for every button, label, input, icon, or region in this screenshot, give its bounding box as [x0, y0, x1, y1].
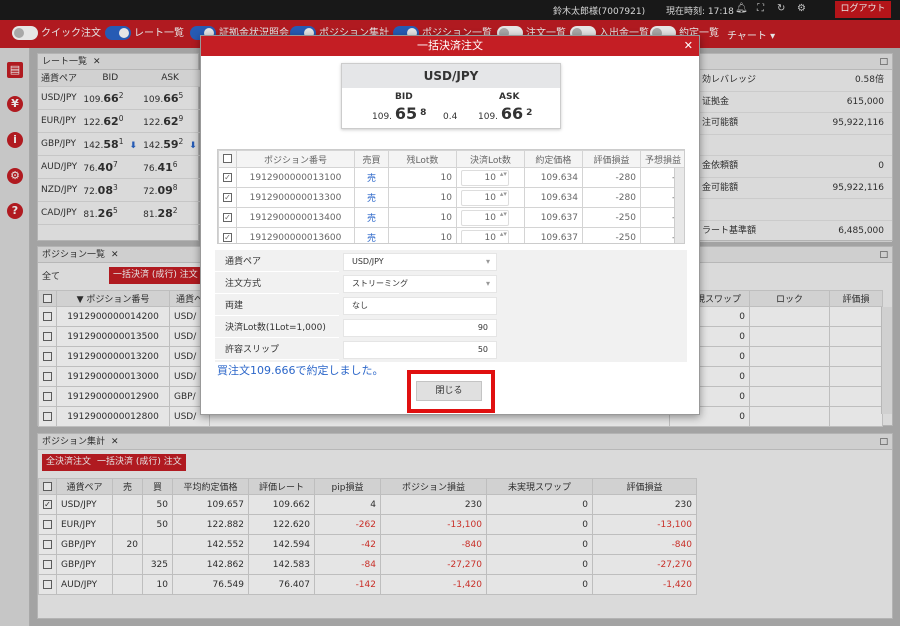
- form-field[interactable]: 90: [343, 319, 497, 337]
- rate-card: USD/JPY BID ASK 109. 65 8 0.4 109. 66 2: [341, 63, 561, 129]
- form-row: 両建 なし: [215, 296, 687, 316]
- form-field[interactable]: USD/JPY: [343, 253, 497, 271]
- form-label: 決済Lot数(1Lot=1,000): [215, 318, 339, 338]
- row-checkbox[interactable]: [223, 212, 232, 222]
- dialog-position-table: ポジション番号 売買 残Lot数 決済Lot数 約定価格 評価損益 予想損益 1…: [217, 149, 685, 244]
- table-row[interactable]: 1912900000013400売1010109.637-250-2: [218, 207, 684, 228]
- form-field: なし: [343, 297, 497, 315]
- order-form: 通貨ペアUSD/JPY注文方式ストリーミング両建なし決済Lot数(1Lot=1,…: [215, 250, 687, 362]
- close-lot-stepper[interactable]: 10: [460, 229, 509, 243]
- form-field[interactable]: 50: [343, 341, 497, 359]
- bulk-close-dialog: 一括決済注文 ✕ USD/JPY BID ASK 109. 65 8 0.4 10…: [200, 35, 700, 415]
- symbol-label: USD/JPY: [342, 64, 560, 88]
- bid-price[interactable]: 109. 65 8: [372, 104, 426, 123]
- form-label: 許容スリップ: [215, 340, 339, 360]
- table-row[interactable]: 1912900000013600売1010109.637-250-2: [218, 227, 684, 243]
- ask-price[interactable]: 109. 66 2: [478, 104, 532, 123]
- spread: 0.4: [443, 112, 458, 122]
- dialog-header: 一括決済注文 ✕: [201, 36, 699, 56]
- result-message: 買注文109.666で約定しました。: [217, 364, 384, 377]
- close-lot-stepper[interactable]: 10: [460, 189, 509, 206]
- form-field[interactable]: ストリーミング: [343, 275, 497, 293]
- table-row[interactable]: 1912900000013100売1010109.634-280-2: [218, 167, 684, 188]
- form-row: 決済Lot数(1Lot=1,000) 90: [215, 318, 687, 338]
- form-row: 許容スリップ 50: [215, 340, 687, 360]
- dialog-close-icon[interactable]: ✕: [684, 36, 693, 56]
- close-lot-stepper[interactable]: 10: [460, 209, 509, 226]
- form-label: 注文方式: [215, 274, 339, 294]
- close-button[interactable]: 閉じる: [416, 381, 482, 401]
- table-row[interactable]: 1912900000013300売1010109.634-280-2: [218, 187, 684, 208]
- scrollbar[interactable]: [674, 168, 684, 243]
- row-checkbox[interactable]: [223, 192, 232, 202]
- row-checkbox[interactable]: [223, 232, 232, 242]
- row-checkbox[interactable]: [223, 172, 232, 182]
- close-lot-stepper[interactable]: 10: [460, 169, 509, 186]
- form-row: 通貨ペア USD/JPY: [215, 252, 687, 272]
- form-row: 注文方式 ストリーミング: [215, 274, 687, 294]
- select-all-checkbox[interactable]: [223, 154, 232, 163]
- form-label: 通貨ペア: [215, 252, 339, 272]
- form-label: 両建: [215, 296, 339, 316]
